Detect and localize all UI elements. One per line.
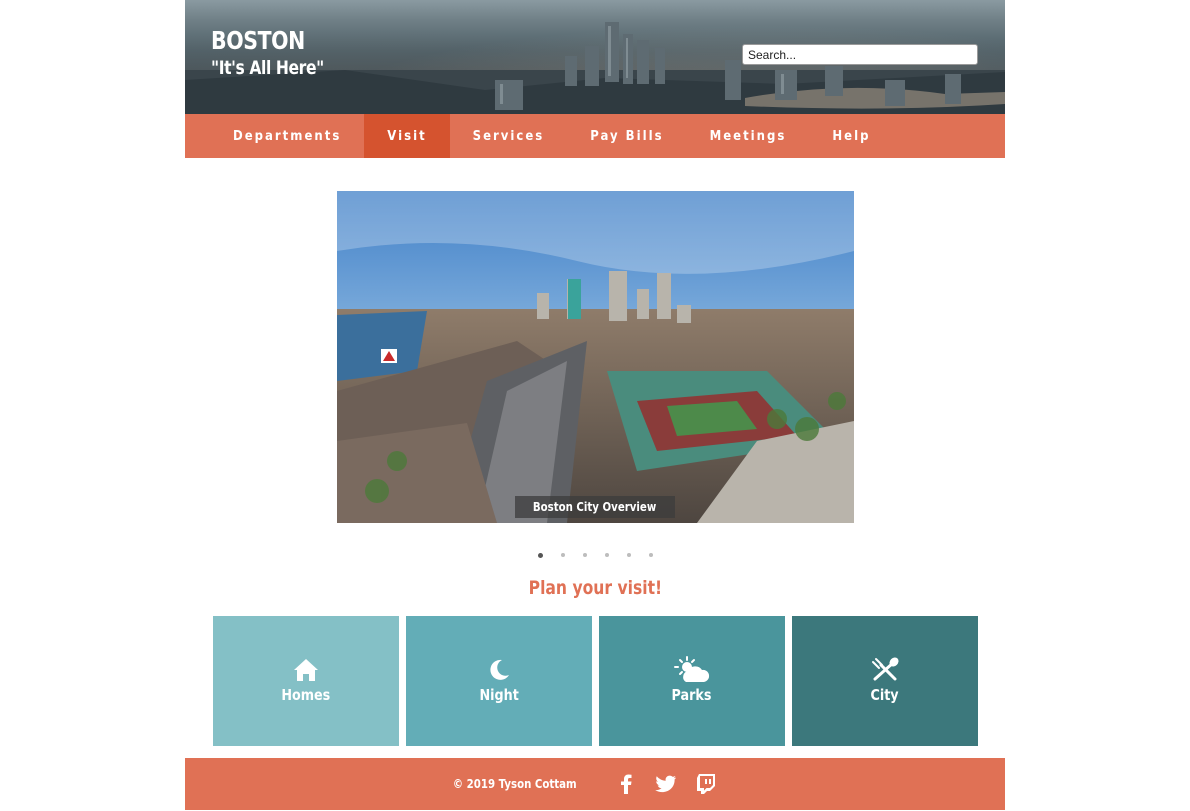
nav-item-meetings[interactable]: Meetings <box>687 114 810 158</box>
tile-label: Homes <box>281 686 331 704</box>
brand-tagline: "It's All Here" <box>211 57 324 79</box>
image-carousel[interactable]: Boston City Overview <box>336 191 854 523</box>
twitter-icon[interactable] <box>654 772 678 796</box>
home-icon <box>293 656 319 684</box>
twitch-icon[interactable] <box>694 772 718 796</box>
tile-label: Night <box>479 686 519 704</box>
plan-heading: Plan your visit! <box>528 577 662 599</box>
tile-homes[interactable]: Homes <box>213 616 399 746</box>
nav-item-departments[interactable]: Departments <box>210 114 364 158</box>
carousel-dot[interactable] <box>537 552 543 558</box>
main-nav: Departments Visit Services Pay Bills Mee… <box>185 114 1005 158</box>
tile-night[interactable]: Night <box>406 616 592 746</box>
header-banner: BOSTON "It's All Here" <box>185 0 1005 114</box>
facebook-icon[interactable] <box>614 772 638 796</box>
footer: © 2019 Tyson Cottam <box>185 758 1005 810</box>
nav-item-services[interactable]: Services <box>450 114 568 158</box>
carousel-dot[interactable] <box>560 553 565 557</box>
carousel-indicators <box>185 552 1005 558</box>
carousel-dot[interactable] <box>626 553 631 557</box>
nav-item-help[interactable]: Help <box>809 114 893 158</box>
page: BOSTON "It's All Here" Departments Visit… <box>185 0 1005 810</box>
tile-label: Parks <box>672 686 712 704</box>
social-links <box>614 772 718 796</box>
moon-icon <box>487 656 511 684</box>
nav-item-pay-bills[interactable]: Pay Bills <box>567 114 686 158</box>
nav-item-visit[interactable]: Visit <box>364 114 450 158</box>
tile-parks[interactable]: Parks <box>599 616 785 746</box>
fork-spoon-icon <box>871 656 899 684</box>
carousel-dot[interactable] <box>582 553 587 557</box>
visit-tiles: Homes Night Parks City <box>213 616 978 746</box>
partly-cloudy-icon <box>674 656 710 684</box>
carousel-dot[interactable] <box>648 553 653 557</box>
carousel-dot[interactable] <box>604 553 609 557</box>
carousel-caption: Boston City Overview <box>514 496 675 518</box>
copyright-text: © 2019 Tyson Cottam <box>453 777 577 791</box>
tile-label: City <box>870 686 900 704</box>
brand-name: BOSTON <box>211 26 305 55</box>
carousel-slide-image <box>336 191 854 523</box>
search-input[interactable] <box>742 44 978 65</box>
tile-city[interactable]: City <box>792 616 978 746</box>
site-brand[interactable]: BOSTON "It's All Here" <box>211 26 349 80</box>
